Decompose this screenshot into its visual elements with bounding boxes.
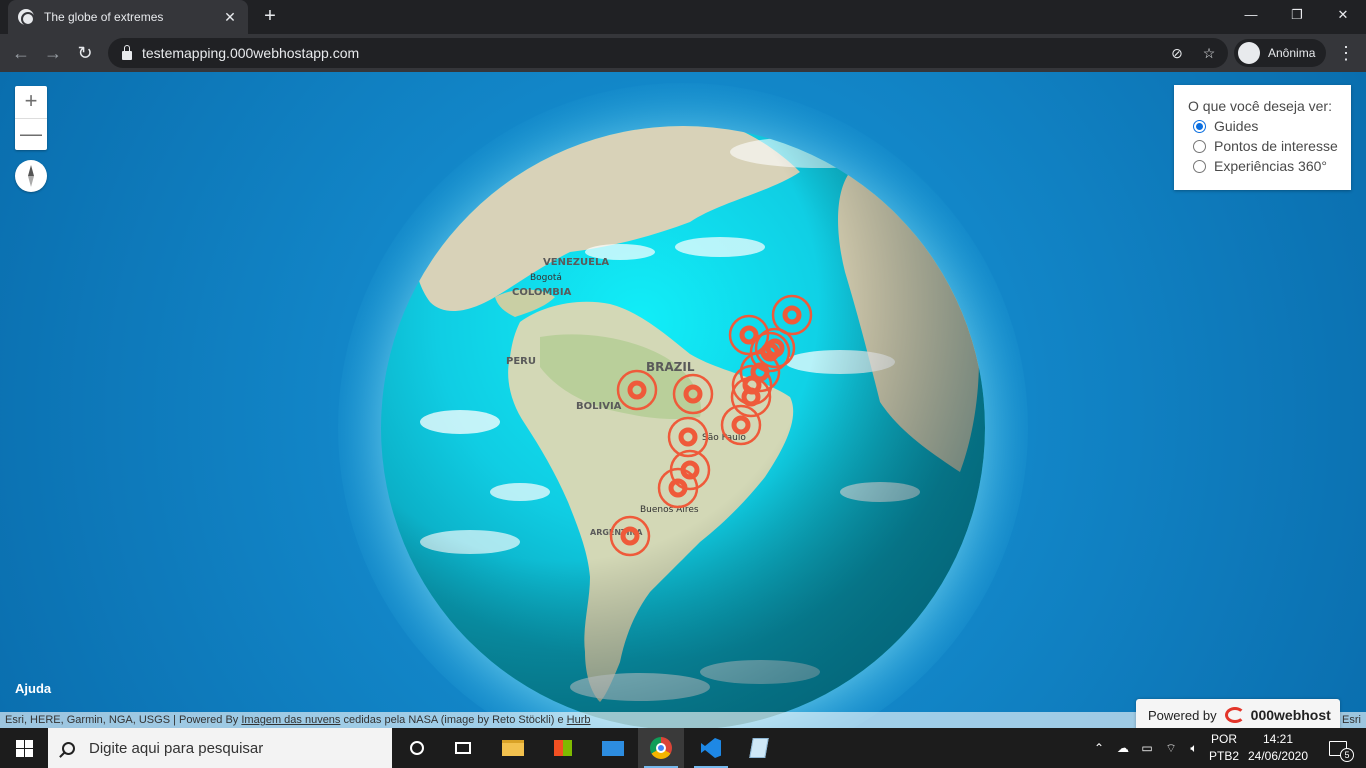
windows-start-icon[interactable]: [0, 728, 48, 768]
option-points-of-interest[interactable]: Pontos de interesse: [1188, 136, 1351, 156]
badge-brand: 000webhost: [1250, 707, 1331, 723]
compass-icon[interactable]: [15, 160, 47, 192]
lang-line: POR: [1210, 732, 1237, 746]
new-tab-button[interactable]: +: [258, 5, 282, 29]
hosting-badge[interactable]: Powered by 000webhost: [1136, 699, 1340, 728]
radio-button[interactable]: [1193, 139, 1206, 153]
windows-taskbar: Digite aqui para pesquisar ⌃ ☁ ▭ ⌔ 🔈︎ PO…: [0, 728, 1366, 768]
tracking-blocked-icon[interactable]: ⊘: [1168, 44, 1186, 62]
globe-shading: [381, 126, 985, 728]
badge-prefix: Powered by: [1148, 707, 1217, 723]
lang-line: PTB2: [1208, 749, 1239, 763]
forward-arrow-icon[interactable]: →: [40, 40, 66, 66]
search-placeholder: Digite aqui para pesquisar: [89, 739, 264, 757]
back-arrow-icon[interactable]: ←: [8, 40, 34, 66]
option-label: Experiências 360°: [1214, 158, 1327, 174]
000webhost-logo-icon: [1224, 707, 1245, 723]
close-window-icon[interactable]: ✕: [1320, 0, 1366, 30]
incognito-icon: [1238, 42, 1260, 64]
country-label: BOLIVIA: [576, 401, 622, 412]
browser-toolbar: ← → ↻ testemapping.000webhostapp.com ⊘ ☆…: [0, 34, 1366, 72]
reload-icon[interactable]: ↻: [72, 40, 98, 66]
onedrive-cloud-icon[interactable]: ☁: [1112, 728, 1134, 768]
zoom-in-button[interactable]: +: [15, 86, 47, 118]
mail-icon[interactable]: [590, 728, 636, 768]
restore-icon[interactable]: ❐: [1274, 0, 1320, 30]
system-clock[interactable]: 14:21 24/06/2020: [1244, 731, 1312, 765]
minimize-icon[interactable]: —: [1228, 0, 1274, 30]
notification-center-icon[interactable]: 5: [1318, 728, 1358, 768]
country-label: VENEZUELA: [543, 257, 609, 268]
chevron-up-icon[interactable]: ⌃: [1090, 728, 1108, 768]
attribution-text: Esri, HERE, Garmin, NGA, USGS | Powered …: [5, 714, 242, 726]
clock-time: 14:21: [1262, 732, 1294, 746]
option-label: Pontos de interesse: [1214, 138, 1338, 154]
lock-icon: [122, 44, 132, 60]
globe-icon: [18, 9, 35, 26]
zoom-out-button[interactable]: —: [15, 118, 47, 150]
hurb-link[interactable]: Hurb: [567, 714, 591, 726]
kebab-menu-icon[interactable]: ⋮: [1336, 40, 1356, 66]
profile-name: Anônima: [1268, 46, 1316, 60]
store-icon[interactable]: [540, 728, 586, 768]
notification-count: 5: [1340, 747, 1354, 762]
city-label: Buenos Aires: [640, 505, 699, 515]
city-label: Bogotá: [530, 273, 562, 283]
search-icon: [62, 741, 75, 755]
country-label: BRAZIL: [646, 360, 695, 374]
clock-date: 24/06/2020: [1247, 749, 1309, 763]
url-text: testemapping.000webhostapp.com: [142, 45, 360, 61]
volume-icon[interactable]: 🔈︎: [1184, 728, 1204, 768]
vscode-icon[interactable]: [688, 728, 734, 768]
clouds-credit-link[interactable]: Imagem das nuvens: [241, 714, 340, 726]
browser-tabstrip: The globe of extremes ✕ + — ❐ ✕: [0, 0, 1366, 34]
map-view[interactable]: VENEZUELA COLOMBIA BRAZIL BOLIVIA PERU A…: [0, 72, 1366, 728]
zoom-control: + —: [15, 86, 47, 150]
country-label: PERU: [506, 356, 536, 367]
star-bookmark-icon[interactable]: ☆: [1200, 44, 1218, 62]
option-label: Guides: [1214, 118, 1259, 134]
browser-tab[interactable]: The globe of extremes ✕: [8, 0, 248, 34]
help-link[interactable]: Ajuda: [15, 681, 51, 696]
radio-button[interactable]: [1193, 119, 1206, 133]
attribution-text: cedidas pela NASA (image by Reto Stöckli…: [340, 714, 567, 726]
option-experiences-360[interactable]: Experiências 360°: [1188, 156, 1351, 176]
chrome-icon[interactable]: [638, 728, 684, 768]
task-view-icon[interactable]: [440, 728, 486, 768]
battery-icon[interactable]: ▭: [1136, 728, 1158, 768]
taskbar-search-box[interactable]: Digite aqui para pesquisar: [48, 728, 392, 768]
notepad-icon[interactable]: [736, 728, 782, 768]
layer-selector-panel: O que você deseja ver: Guides Pontos de …: [1174, 85, 1351, 190]
option-guides[interactable]: Guides: [1188, 116, 1351, 136]
incognito-profile-button[interactable]: Anônima: [1234, 39, 1326, 67]
address-bar[interactable]: testemapping.000webhostapp.com ⊘ ☆: [108, 38, 1228, 68]
panel-question: O que você deseja ver:: [1188, 98, 1332, 114]
country-label: COLOMBIA: [512, 287, 572, 298]
close-tab-icon[interactable]: ✕: [222, 9, 238, 26]
globe[interactable]: VENEZUELA COLOMBIA BRAZIL BOLIVIA PERU A…: [0, 72, 1366, 728]
wifi-icon[interactable]: ⌔: [1160, 728, 1182, 768]
radio-button[interactable]: [1193, 159, 1206, 173]
tab-title: The globe of extremes: [44, 10, 164, 24]
file-explorer-icon[interactable]: [490, 728, 536, 768]
language-indicator[interactable]: POR PTB2: [1206, 731, 1242, 765]
cortana-icon[interactable]: [394, 728, 440, 768]
